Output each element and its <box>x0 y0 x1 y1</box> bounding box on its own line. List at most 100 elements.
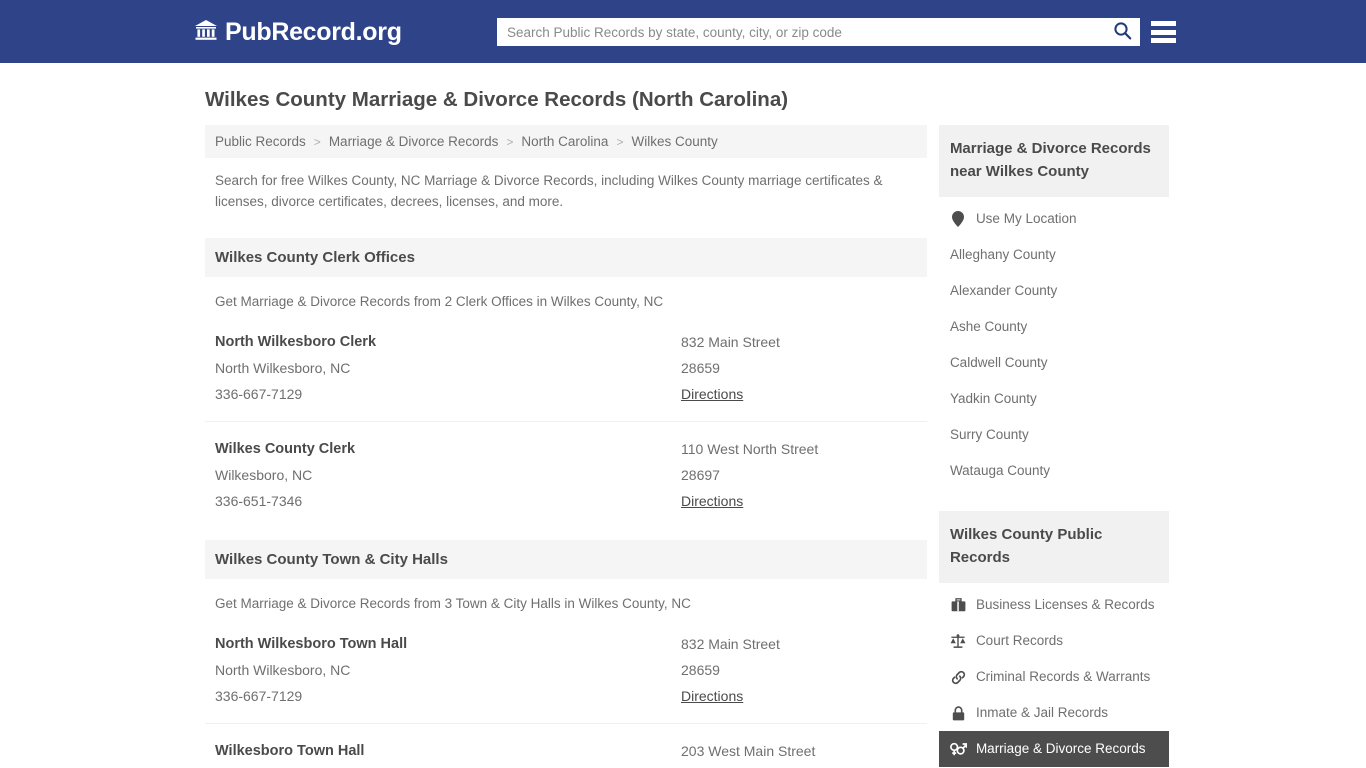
listing-primary-info: Wilkesboro Town Hall Wilkesboro, NC 336-… <box>215 738 681 768</box>
sidebar-item-caldwell-county[interactable]: Caldwell County <box>939 345 1169 381</box>
listing-street: 832 Main Street <box>681 636 780 652</box>
sidebar-item-alleghany-county[interactable]: Alleghany County <box>939 237 1169 273</box>
sidebar-item-label: Court Records <box>975 633 1063 648</box>
sidebar-heading-public-records: Wilkes County Public Records <box>938 511 1169 583</box>
chain-link-icon <box>950 670 967 685</box>
section-heading-clerk-offices: Wilkes County Clerk Offices <box>205 238 927 277</box>
listing-zip: 28697 <box>681 467 720 483</box>
sidebar-item-ashe-county[interactable]: Ashe County <box>939 309 1169 345</box>
site-logo[interactable]: PubRecord.org <box>194 18 402 47</box>
listing-address-info: 203 West Main Street 28697 Directions <box>681 738 917 768</box>
two-column-layout: Public Records > Marriage & Divorce Reco… <box>197 125 1169 768</box>
listing-item[interactable]: North Wilkesboro Clerk North Wilkesboro,… <box>205 325 927 421</box>
menu-bar-1 <box>1151 21 1176 26</box>
listing-city-state: North Wilkesboro, NC <box>215 662 351 678</box>
sidebar-public-records-list: Business Licenses & Records Court Record… <box>938 587 1169 767</box>
section-heading-town-city-halls: Wilkes County Town & City Halls <box>205 540 927 579</box>
listing-address-info: 832 Main Street 28659 Directions <box>681 329 917 407</box>
listing-phone[interactable]: 336-667-7129 <box>215 683 681 709</box>
sidebar-item-label: Business Licenses & Records <box>975 597 1155 612</box>
scales-icon <box>950 633 967 649</box>
section-subtitle-clerk-offices: Get Marriage & Divorce Records from 2 Cl… <box>215 294 664 309</box>
breadcrumb-item-wilkes-county[interactable]: Wilkes County <box>631 134 717 149</box>
breadcrumb: Public Records > Marriage & Divorce Reco… <box>205 125 927 158</box>
sidebar-item-label: Alexander County <box>949 283 1058 298</box>
page-title: Wilkes County Marriage & Divorce Records… <box>205 88 789 111</box>
sidebar-item-label: Criminal Records & Warrants <box>975 669 1151 684</box>
sidebar-item-use-my-location[interactable]: Use My Location <box>939 201 1169 237</box>
breadcrumb-separator: > <box>313 134 321 149</box>
listing-street: 203 West Main Street <box>681 743 816 759</box>
sidebar-item-alexander-county[interactable]: Alexander County <box>939 273 1169 309</box>
sidebar-item-label: Watauga County <box>949 463 1050 478</box>
sidebar-nearby-list: Use My Location Alleghany County Alexand… <box>939 201 1169 489</box>
sidebar-item-label: Caldwell County <box>949 355 1048 370</box>
main-content: Public Records > Marriage & Divorce Reco… <box>205 125 927 768</box>
section-subtitle-town-city-halls: Get Marriage & Divorce Records from 3 To… <box>215 596 691 611</box>
search-icon <box>1113 21 1132 43</box>
listing-zip: 28659 <box>681 360 720 376</box>
bank-icon <box>194 19 218 46</box>
sidebar-item-label: Marriage & Divorce Records <box>975 741 1146 756</box>
listing-primary-info: Wilkes County Clerk Wilkesboro, NC 336-6… <box>215 436 681 514</box>
listing-item[interactable]: Wilkesboro Town Hall Wilkesboro, NC 336-… <box>205 723 927 768</box>
listing-phone[interactable]: 336-651-7346 <box>215 488 681 514</box>
sidebar-item-watauga-county[interactable]: Watauga County <box>939 453 1169 489</box>
sidebar-item-business-licenses[interactable]: Business Licenses & Records <box>939 587 1169 623</box>
listing-phone[interactable]: 336-667-7129 <box>215 381 681 407</box>
sidebar-item-criminal-records[interactable]: Criminal Records & Warrants <box>939 659 1169 695</box>
directions-link[interactable]: Directions <box>681 488 743 514</box>
directions-link[interactable]: Directions <box>681 381 743 407</box>
listing-city-state: Wilkesboro, NC <box>215 467 313 483</box>
site-logo-text: PubRecord.org <box>225 18 402 46</box>
sidebar-item-yadkin-county[interactable]: Yadkin County <box>939 381 1169 417</box>
sidebar-item-label: Use My Location <box>975 211 1077 226</box>
search-button[interactable] <box>1104 18 1140 46</box>
venus-mars-icon <box>949 742 967 756</box>
directions-link[interactable]: Directions <box>681 683 743 709</box>
listing-street: 832 Main Street <box>681 334 780 350</box>
listing-city-state: North Wilkesboro, NC <box>215 360 351 376</box>
listing-name[interactable]: North Wilkesboro Town Hall <box>215 631 681 657</box>
listing-zip: 28659 <box>681 662 720 678</box>
site-header: PubRecord.org <box>0 0 1366 63</box>
map-pin-icon <box>950 211 967 227</box>
menu-bar-3 <box>1151 38 1176 43</box>
content-container: Wilkes County Marriage & Divorce Records… <box>197 63 1169 768</box>
listing-name[interactable]: Wilkes County Clerk <box>215 436 681 462</box>
sidebar-item-marriage-divorce-records[interactable]: Marriage & Divorce Records <box>938 731 1169 767</box>
sidebar-heading-nearby: Marriage & Divorce Records near Wilkes C… <box>938 125 1169 197</box>
page-body: Wilkes County Marriage & Divorce Records… <box>0 63 1366 768</box>
sidebar: Marriage & Divorce Records near Wilkes C… <box>938 125 1169 768</box>
sidebar-item-label: Yadkin County <box>949 391 1037 406</box>
menu-bar-2 <box>1151 29 1176 35</box>
listing-city-state: Wilkesboro, NC <box>215 764 681 768</box>
listing-primary-info: North Wilkesboro Town Hall North Wilkesb… <box>215 631 681 709</box>
breadcrumb-item-public-records[interactable]: Public Records <box>215 134 306 149</box>
sidebar-item-court-records[interactable]: Court Records <box>939 623 1169 659</box>
listing-address-info: 832 Main Street 28659 Directions <box>681 631 917 709</box>
listing-street: 110 West North Street <box>681 441 819 457</box>
sidebar-item-inmate-jail-records[interactable]: Inmate & Jail Records <box>939 695 1169 731</box>
listing-name[interactable]: North Wilkesboro Clerk <box>215 329 681 355</box>
search-input[interactable] <box>497 18 1104 46</box>
search-bar <box>497 18 1140 46</box>
breadcrumb-separator: > <box>506 134 514 149</box>
breadcrumb-separator: > <box>616 134 624 149</box>
sidebar-item-label: Inmate & Jail Records <box>975 705 1108 720</box>
listing-item[interactable]: Wilkes County Clerk Wilkesboro, NC 336-6… <box>205 421 927 528</box>
padlock-icon <box>950 705 967 721</box>
listing-name[interactable]: Wilkesboro Town Hall <box>215 738 681 764</box>
sidebar-item-surry-county[interactable]: Surry County <box>939 417 1169 453</box>
sidebar-item-label: Surry County <box>949 427 1029 442</box>
sidebar-item-label: Alleghany County <box>949 247 1056 262</box>
listing-primary-info: North Wilkesboro Clerk North Wilkesboro,… <box>215 329 681 407</box>
hamburger-menu-icon[interactable] <box>1151 19 1176 45</box>
listing-item[interactable]: North Wilkesboro Town Hall North Wilkesb… <box>205 627 927 723</box>
breadcrumb-item-marriage-divorce-records[interactable]: Marriage & Divorce Records <box>329 134 499 149</box>
breadcrumb-item-north-carolina[interactable]: North Carolina <box>521 134 608 149</box>
sidebar-item-label: Ashe County <box>949 319 1028 334</box>
listing-address-info: 110 West North Street 28697 Directions <box>681 436 917 514</box>
listing-zip: 28697 <box>681 764 917 768</box>
page-intro-text: Search for free Wilkes County, NC Marria… <box>215 173 883 209</box>
